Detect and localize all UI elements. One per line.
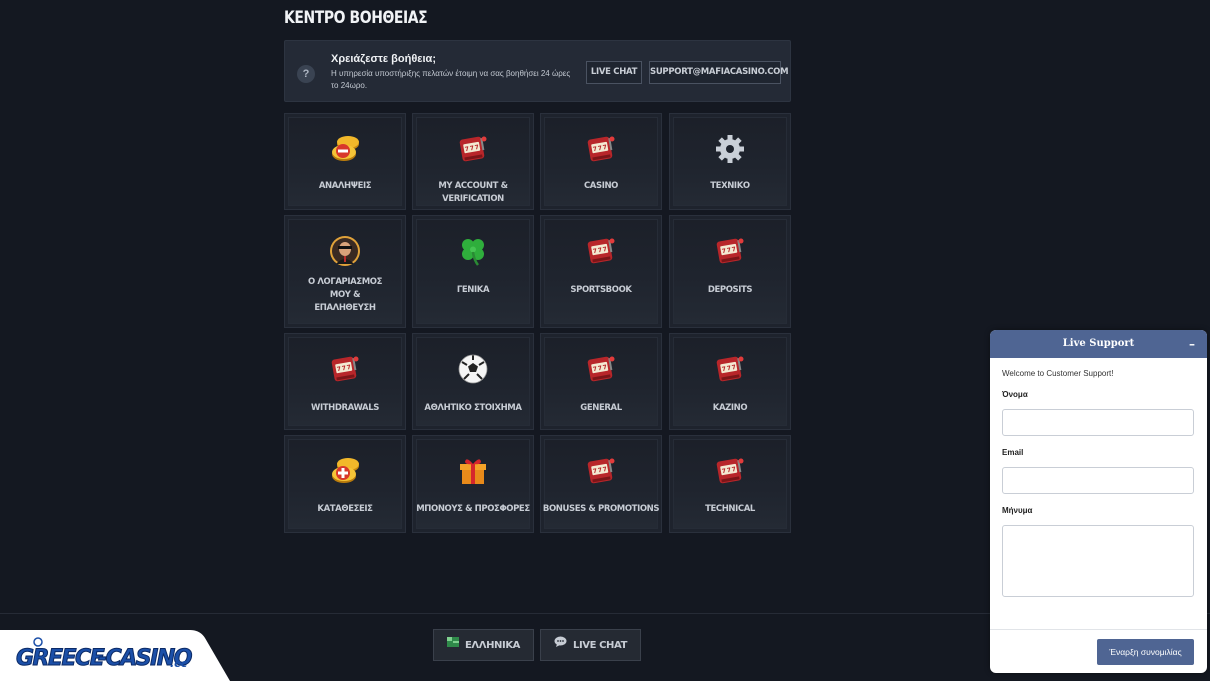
tile-label: ΑΝΑΛΗΨΕΙΣ <box>318 181 372 191</box>
name-label: Όνομα <box>1002 390 1028 399</box>
tile-label: WITHDRAWALS <box>311 403 379 413</box>
tile-label: TECHNICAL <box>705 504 755 514</box>
support-widget-divider <box>990 629 1207 630</box>
tile-label: GENERAL <box>580 403 622 413</box>
message-textarea[interactable] <box>1002 525 1194 597</box>
tile-label: ΤΕΧΝΙΚΟ <box>710 181 750 191</box>
page-title: ΚΕΝΤΡΟ ΒΟΗΘΕΙΑΣ <box>284 8 428 28</box>
live-chat-button[interactable]: LIVE CHAT <box>586 61 642 84</box>
clover-icon <box>456 234 490 268</box>
site-logo[interactable]: GREECE -CASINO .cc <box>0 630 230 681</box>
minimize-icon[interactable]: – <box>1189 330 1195 358</box>
language-label: ΕΛΛΗΝΙΚΑ <box>464 640 521 651</box>
tile-label: Ο ΛΟΓΑΡΙΑΣΜΟΣ ΜΟΥ & ΕΠΑΛΗΘΕΥΣΗ <box>307 277 383 313</box>
help-category-tile[interactable]: ΜΠΟΝΟΥΣ & ΠΡΟΣΦΟΡΕΣ <box>412 435 534 533</box>
language-button[interactable]: ΕΛΛΗΝΙΚΑ <box>433 629 534 661</box>
help-category-tile[interactable]: ΤΕΧΝΙΚΟ <box>669 113 791 210</box>
live-support-widget: Live Support – Welcome to Customer Suppo… <box>990 330 1207 673</box>
question-icon: ? <box>297 65 315 83</box>
tile-label: MY ACCOUNT & VERIFICATION <box>438 181 508 204</box>
help-heading: Χρειάζεστε βοήθεια; <box>331 53 436 65</box>
start-chat-button[interactable]: Έναρξη συνομιλίας <box>1097 639 1194 665</box>
support-widget-header[interactable]: Live Support – <box>990 330 1207 358</box>
help-category-tile[interactable]: 7 7 7 TECHNICAL <box>669 435 791 533</box>
tile-label: ΑΘΛΗΤΙΚΟ ΣΤΟΙΧΗΜΑ <box>424 403 522 413</box>
support-email-button[interactable]: SUPPORT@MAFIACASINO.COM <box>649 61 789 84</box>
name-input[interactable] <box>1002 409 1194 436</box>
slot-machine-icon: 777 <box>456 132 490 166</box>
gift-icon <box>456 454 490 488</box>
mafioso-avatar-icon <box>328 234 362 268</box>
greek-flag-icon <box>446 630 459 660</box>
help-category-tile[interactable]: ΑΝΑΛΗΨΕΙΣ <box>284 113 406 210</box>
help-category-tile[interactable]: 7 7 7 SPORTSBOOK <box>540 215 662 328</box>
slot-machine-icon: 777 <box>584 454 618 488</box>
help-category-tile[interactable]: ΓΕΝΙΚΑ <box>412 215 534 328</box>
slot-machine-icon: 777 <box>713 352 747 386</box>
chat-bubble-icon <box>554 630 567 660</box>
svg-text:.cc: .cc <box>170 657 188 670</box>
help-category-tile[interactable]: Ο ΛΟΓΑΡΙΑΣΜΟΣ ΜΟΥ & ΕΠΑΛΗΘΕΥΣΗ <box>284 215 406 328</box>
help-category-tile[interactable]: 7 7 7 CASINO <box>540 113 662 210</box>
help-text: Η υπηρεσία υποστήριξης πελατών έτοιμη να… <box>331 69 571 90</box>
footer-live-chat-label: LIVE CHAT <box>572 640 628 651</box>
svg-text:GREECE: GREECE <box>16 646 105 671</box>
slot-machine-icon: 777 <box>584 234 618 268</box>
email-input[interactable] <box>1002 467 1194 494</box>
gear-icon <box>713 132 747 166</box>
help-category-tile[interactable]: ΑΘΛΗΤΙΚΟ ΣΤΟΙΧΗΜΑ <box>412 333 534 430</box>
slot-machine-icon: 777 <box>584 132 618 166</box>
slot-machine-icon: 777 <box>584 352 618 386</box>
soccer-ball-icon <box>456 352 490 386</box>
help-category-tile[interactable]: ΚΑΤΑΘΕΣΕΙΣ <box>284 435 406 533</box>
tile-label: ΚΑΤΑΘΕΣΕΙΣ <box>317 504 373 514</box>
tile-label: CASINO <box>583 181 619 191</box>
support-welcome-text: Welcome to Customer Support! <box>1002 369 1114 378</box>
support-widget-title: Live Support <box>1062 338 1135 349</box>
tile-label: DEPOSITS <box>707 285 753 295</box>
tile-label: ΓΕΝΙΚΑ <box>456 285 490 295</box>
slot-machine-icon: 777 <box>328 352 362 386</box>
email-label: Email <box>1002 448 1024 457</box>
help-category-tile[interactable]: 7 7 7 GENERAL <box>540 333 662 430</box>
tile-label: ΜΠΟΝΟΥΣ & ΠΡΟΣΦΟΡΕΣ <box>416 504 530 514</box>
help-category-tile[interactable]: 7 7 7 ΚΑΖΙΝΟ <box>669 333 791 430</box>
help-banner: ? Χρειάζεστε βοήθεια; Η υπηρεσία υποστήρ… <box>284 40 791 102</box>
slot-machine-icon: 777 <box>713 454 747 488</box>
coins-minus-icon <box>328 132 362 166</box>
help-category-tile[interactable]: 7 7 7 WITHDRAWALS <box>284 333 406 430</box>
message-label: Μήνυμα <box>1002 506 1033 515</box>
tile-label: SPORTSBOOK <box>570 285 632 295</box>
footer-live-chat-button[interactable]: LIVE CHAT <box>540 629 641 661</box>
tile-label: BONUSES & PROMOTIONS <box>542 504 660 514</box>
help-category-tile[interactable]: 7 7 7 BONUSES & PROMOTIONS <box>540 435 662 533</box>
help-category-tile[interactable]: 7 7 7 DEPOSITS <box>669 215 791 328</box>
coins-plus-icon <box>328 454 362 488</box>
slot-machine-icon: 777 <box>713 234 747 268</box>
tile-label: ΚΑΖΙΝΟ <box>712 403 748 413</box>
help-category-tile[interactable]: 7 7 7 MY ACCOUNT & VERIFICATION <box>412 113 534 210</box>
